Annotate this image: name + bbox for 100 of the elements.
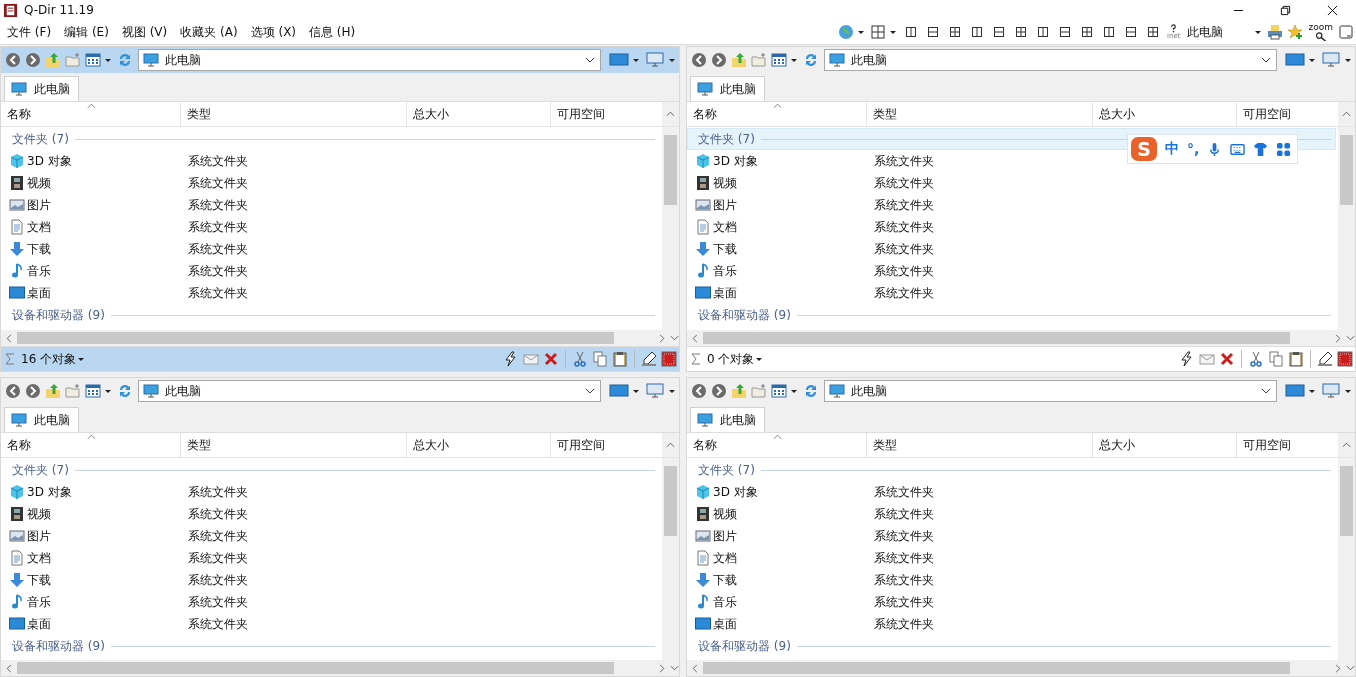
column-header[interactable]: 类型 <box>867 102 1093 126</box>
pencil-icon[interactable] <box>641 351 657 367</box>
refresh-icon[interactable] <box>117 383 133 399</box>
dropdown-icon[interactable] <box>1261 57 1271 63</box>
file-name[interactable]: 图片 <box>1 527 181 545</box>
horizontal-scrollbar[interactable] <box>687 660 1355 676</box>
file-name[interactable]: 图片 <box>687 196 867 214</box>
apps-icon[interactable] <box>1276 141 1292 157</box>
file-name[interactable]: 桌面 <box>687 615 867 633</box>
scroll-right-icon[interactable] <box>659 333 665 343</box>
vertical-scrollbar[interactable] <box>1338 458 1355 660</box>
delete-icon[interactable] <box>1219 351 1235 367</box>
address-bar[interactable]: 此电脑 <box>138 380 601 402</box>
shirt-icon[interactable] <box>1253 141 1269 157</box>
horizontal-scrollbar[interactable] <box>687 330 1355 346</box>
monitor-icon[interactable] <box>1285 383 1305 399</box>
folder-up-icon[interactable] <box>731 383 747 399</box>
file-name[interactable]: 音乐 <box>687 262 867 280</box>
scroll-down-icon[interactable] <box>670 665 679 671</box>
column-header[interactable]: 可用空间 <box>1237 433 1338 457</box>
layout-icon[interactable] <box>1081 26 1094 38</box>
forward-icon[interactable] <box>25 383 41 399</box>
caret-icon[interactable] <box>77 355 86 363</box>
file-name[interactable]: 文档 <box>687 218 867 236</box>
file-name[interactable]: 桌面 <box>1 615 181 633</box>
address-bar[interactable]: 此电脑 <box>138 49 601 71</box>
folder-up-icon[interactable] <box>45 383 61 399</box>
folder-tab[interactable]: 此电脑 <box>690 407 765 432</box>
group-header[interactable]: 设备和驱动器 (9) <box>1 635 660 657</box>
caret-icon[interactable] <box>755 355 764 363</box>
back-icon[interactable] <box>5 383 21 399</box>
group-header[interactable]: 文件夹 (7) <box>687 459 1336 481</box>
file-name[interactable]: 文档 <box>687 549 867 567</box>
caret-icon[interactable] <box>632 56 640 64</box>
scroll-up-icon[interactable] <box>666 442 675 448</box>
folder-tab[interactable]: 此电脑 <box>4 407 79 432</box>
group-header[interactable]: 设备和驱动器 (9) <box>1 304 660 326</box>
vertical-scrollbar[interactable] <box>662 127 679 330</box>
star-icon[interactable] <box>1287 24 1304 40</box>
vertical-scrollbar[interactable] <box>662 458 679 660</box>
layout-icon[interactable] <box>1147 26 1160 38</box>
scroll-down-icon[interactable] <box>1346 335 1355 341</box>
address-bar[interactable]: 此电脑 <box>824 380 1277 402</box>
file-name[interactable]: 文档 <box>1 549 181 567</box>
column-header[interactable]: 总大小 <box>1093 433 1237 457</box>
view-icon[interactable] <box>771 383 787 399</box>
group-header[interactable]: 文件夹 (7) <box>1 128 660 150</box>
file-name[interactable]: 图片 <box>687 527 867 545</box>
folder-up-icon[interactable] <box>731 52 747 68</box>
object-count[interactable]: 16 个对象 <box>21 350 77 368</box>
printer-icon[interactable] <box>1267 24 1284 40</box>
window-icon[interactable] <box>1338 24 1354 40</box>
menu-item[interactable]: 信息 (H) <box>304 23 361 41</box>
file-name[interactable]: 3D 对象 <box>687 152 867 170</box>
caret-icon[interactable] <box>790 387 798 395</box>
column-header[interactable]: 可用空间 <box>1237 102 1338 126</box>
caret-icon[interactable] <box>1344 387 1352 395</box>
layout-icon[interactable] <box>1037 26 1050 38</box>
layout-icon[interactable] <box>1103 26 1116 38</box>
column-header[interactable]: 总大小 <box>1093 102 1237 126</box>
caret-icon[interactable] <box>632 387 640 395</box>
caret-icon[interactable] <box>1254 28 1263 36</box>
refresh-icon[interactable] <box>803 52 819 68</box>
scroll-up-icon[interactable] <box>1342 111 1351 117</box>
file-name[interactable]: 3D 对象 <box>1 152 181 170</box>
layout-icon[interactable] <box>927 26 940 38</box>
restore-icon[interactable] <box>1280 4 1291 16</box>
vertical-scrollbar[interactable] <box>1338 127 1355 330</box>
caret-icon[interactable] <box>1344 56 1352 64</box>
location-dropdown[interactable]: 此电脑 <box>1187 23 1224 41</box>
column-header[interactable]: 可用空间 <box>551 102 662 126</box>
column-header[interactable]: 名称 <box>687 433 867 457</box>
menu-item[interactable]: 选项 (X) <box>245 23 302 41</box>
column-header[interactable]: 名称 <box>1 433 181 457</box>
column-header[interactable]: 名称 <box>687 102 867 126</box>
forward-icon[interactable] <box>711 383 727 399</box>
menu-item[interactable]: 视图 (V) <box>116 23 173 41</box>
group-header[interactable]: 设备和驱动器 (9) <box>687 304 1336 326</box>
refresh-icon[interactable] <box>803 383 819 399</box>
layout-icon[interactable] <box>971 26 984 38</box>
keyboard-icon[interactable] <box>1230 141 1246 157</box>
layout-icon[interactable] <box>1125 26 1138 38</box>
caret-icon[interactable] <box>104 56 112 64</box>
folder-tab[interactable]: 此电脑 <box>4 76 79 101</box>
file-name[interactable]: 视频 <box>687 505 867 523</box>
paste-icon[interactable] <box>612 351 628 367</box>
monitor-icon[interactable] <box>1285 52 1305 68</box>
delete-icon[interactable] <box>543 351 559 367</box>
forward-icon[interactable] <box>25 52 41 68</box>
dropdown-icon[interactable] <box>1261 388 1271 394</box>
dropdown-icon[interactable] <box>585 57 595 63</box>
back-icon[interactable] <box>691 52 707 68</box>
file-name[interactable]: 3D 对象 <box>687 483 867 501</box>
file-name[interactable]: 桌面 <box>687 284 867 302</box>
scroll-right-icon[interactable] <box>659 663 665 673</box>
object-count[interactable]: 0 个对象 <box>707 350 755 368</box>
menu-item[interactable]: 编辑 (E) <box>59 23 114 41</box>
view-icon[interactable] <box>85 52 101 68</box>
column-header[interactable]: 类型 <box>867 433 1093 457</box>
file-name[interactable]: 音乐 <box>1 262 181 280</box>
